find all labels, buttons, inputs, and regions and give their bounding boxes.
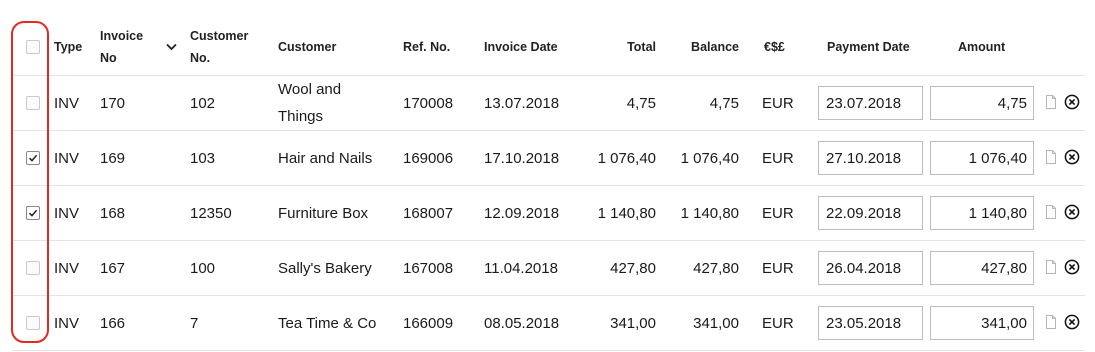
cell-invoice-date: 08.05.2018 — [484, 314, 560, 332]
cell-customer-no: 103 — [190, 149, 216, 167]
document-icon[interactable] — [1046, 315, 1056, 329]
amount-input[interactable]: 1 140,80 — [930, 196, 1034, 230]
header-total[interactable]: Total — [582, 18, 656, 75]
header-customer-no[interactable]: Customer No. — [190, 18, 248, 75]
cell-type: INV — [54, 94, 80, 112]
cell-total: 427,80 — [610, 259, 656, 277]
table-row: INV 166 7 Tea Time & Co 166009 08.05.201… — [12, 296, 1085, 351]
header-customer-no-line1: Customer — [190, 28, 249, 43]
cell-type: INV — [54, 204, 80, 222]
cell-customer: Wool and Things — [278, 76, 341, 130]
header-amount[interactable]: Amount — [958, 18, 1005, 75]
amount-input[interactable]: 1 076,40 — [930, 141, 1034, 175]
amount-input[interactable]: 427,80 — [930, 251, 1034, 285]
payment-date-input[interactable]: 23.07.2018 — [818, 86, 923, 120]
document-icon[interactable] — [1046, 95, 1056, 109]
chevron-down-icon[interactable] — [166, 43, 177, 51]
cell-invoice-no: 169 — [100, 149, 126, 167]
header-currency[interactable]: €$£ — [764, 18, 785, 75]
cell-customer-line1: Wool and — [278, 81, 342, 98]
circle-x-icon[interactable] — [1064, 314, 1080, 330]
cell-customer-no: 102 — [190, 94, 216, 112]
cell-total: 1 076,40 — [597, 149, 656, 167]
cell-customer: Hair and Nails — [278, 149, 373, 167]
cell-currency: EUR — [762, 259, 794, 277]
table-row: INV 167 100 Sally's Bakery 167008 11.04.… — [12, 241, 1085, 296]
cell-ref-no: 170008 — [403, 94, 454, 112]
document-icon[interactable] — [1046, 205, 1056, 219]
cell-customer: Sally's Bakery — [278, 259, 372, 277]
cell-type: INV — [54, 259, 80, 277]
header-payment-date[interactable]: Payment Date — [827, 18, 910, 75]
cell-total: 341,00 — [610, 314, 656, 332]
cell-balance: 4,75 — [709, 94, 739, 112]
cell-ref-no: 166009 — [403, 314, 454, 332]
header-type[interactable]: Type — [54, 18, 82, 75]
header-ref-no[interactable]: Ref. No. — [403, 18, 450, 75]
header-customer[interactable]: Customer — [278, 18, 336, 75]
cell-invoice-date: 17.10.2018 — [484, 149, 560, 167]
cell-customer-no: 7 — [190, 314, 199, 332]
cell-balance: 341,00 — [693, 314, 739, 332]
payment-date-input[interactable]: 26.04.2018 — [818, 251, 923, 285]
cell-ref-no: 169006 — [403, 149, 454, 167]
cell-type: INV — [54, 314, 80, 332]
document-icon[interactable] — [1046, 150, 1056, 164]
cell-customer-line2: Things — [278, 108, 324, 125]
table-header: Type Invoice No Customer No. Customer Re… — [12, 18, 1085, 76]
cell-currency: EUR — [762, 149, 794, 167]
cell-invoice-no: 166 — [100, 314, 126, 332]
amount-input[interactable]: 341,00 — [930, 306, 1034, 340]
cell-ref-no: 168007 — [403, 204, 454, 222]
header-invoice-no[interactable]: Invoice No — [100, 18, 143, 75]
cell-total: 1 140,80 — [597, 204, 656, 222]
header-invoice-no-line2: No — [100, 50, 117, 65]
cell-invoice-date: 12.09.2018 — [484, 204, 560, 222]
cell-ref-no: 167008 — [403, 259, 454, 277]
cell-balance: 1 140,80 — [680, 204, 739, 222]
circle-x-icon[interactable] — [1064, 204, 1080, 220]
header-balance[interactable]: Balance — [662, 18, 739, 75]
header-invoice-no-line1: Invoice — [100, 28, 144, 43]
cell-type: INV — [54, 149, 80, 167]
cell-currency: EUR — [762, 314, 794, 332]
cell-invoice-date: 13.07.2018 — [484, 94, 560, 112]
cell-invoice-no: 170 — [100, 94, 126, 112]
table-row: INV 170 102 Wool and Things 170008 13.07… — [12, 76, 1085, 131]
cell-balance: 427,80 — [693, 259, 739, 277]
cell-invoice-date: 11.04.2018 — [484, 259, 558, 277]
amount-input[interactable]: 4,75 — [930, 86, 1034, 120]
payment-date-input[interactable]: 22.09.2018 — [818, 196, 923, 230]
table-row: INV 169 103 Hair and Nails 169006 17.10.… — [12, 131, 1085, 186]
checkbox-column-highlight — [11, 21, 49, 343]
table-row: INV 168 12350 Furniture Box 168007 12.09… — [12, 186, 1085, 241]
document-icon[interactable] — [1046, 260, 1056, 274]
cell-customer-no: 12350 — [190, 204, 232, 222]
cell-balance: 1 076,40 — [680, 149, 739, 167]
payment-date-input[interactable]: 23.05.2018 — [818, 306, 923, 340]
circle-x-icon[interactable] — [1064, 149, 1080, 165]
cell-invoice-no: 167 — [100, 259, 126, 277]
header-customer-no-line2: No. — [190, 50, 211, 65]
circle-x-icon[interactable] — [1064, 259, 1080, 275]
cell-customer: Furniture Box — [278, 204, 369, 222]
cell-currency: EUR — [762, 94, 794, 112]
cell-currency: EUR — [762, 204, 794, 222]
sort-chevron-cell — [166, 18, 177, 75]
cell-customer-no: 100 — [190, 259, 216, 277]
header-invoice-date[interactable]: Invoice Date — [484, 18, 558, 75]
invoice-table: Type Invoice No Customer No. Customer Re… — [0, 0, 1095, 352]
cell-total: 4,75 — [626, 94, 656, 112]
circle-x-icon[interactable] — [1064, 94, 1080, 110]
payment-date-input[interactable]: 27.10.2018 — [818, 141, 923, 175]
cell-customer: Tea Time & Co — [278, 314, 377, 332]
cell-invoice-no: 168 — [100, 204, 126, 222]
